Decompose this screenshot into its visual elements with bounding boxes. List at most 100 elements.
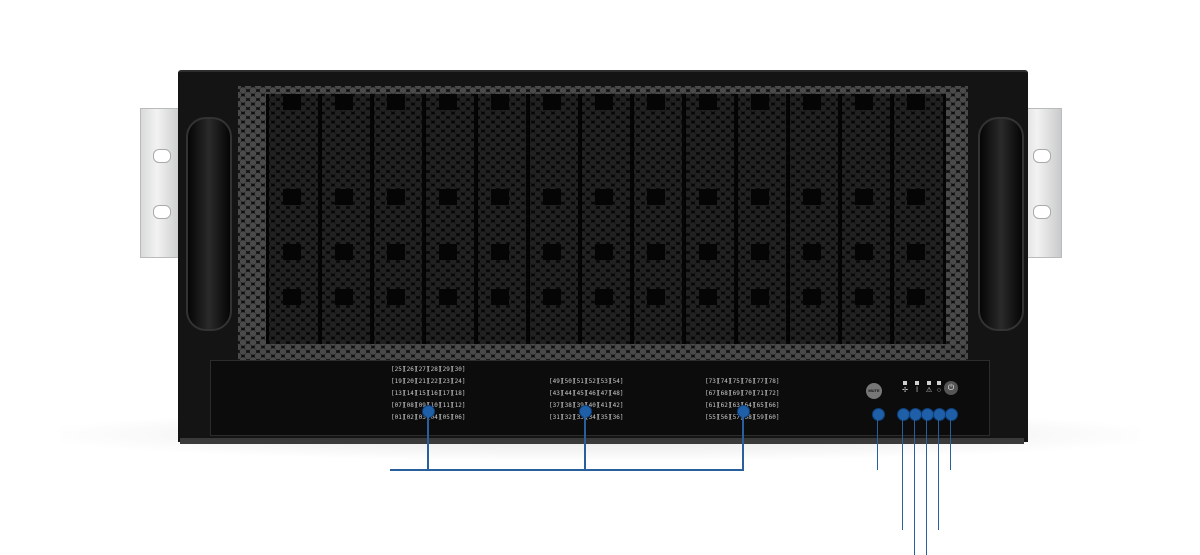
bay-number-label: [35] (597, 414, 612, 421)
bay-number-row: [73] [74] [75] [76] [77] [78] (705, 377, 780, 386)
bay-number-label: [67] (705, 390, 720, 397)
drive-bay-column (526, 94, 582, 344)
bay-number-label: [71] (753, 390, 768, 397)
drive-tray-latch (335, 244, 353, 260)
server-chassis: [25] [26] [27] [28] [29] [30] [19] [20] [21] [22]… (178, 70, 1028, 442)
bay-number-label: [46] (585, 390, 600, 397)
bay-number-label: [21] (415, 378, 430, 385)
bay-number-label: [22] (427, 378, 442, 385)
drive-bay-column (890, 94, 946, 344)
bay-number-label: [07] (391, 402, 406, 409)
drive-tray-latch (439, 189, 457, 205)
temperature-indicator: ǀ (912, 381, 922, 401)
bay-number-label: [41] (597, 402, 612, 409)
bay-number-label: [02] (403, 414, 418, 421)
bay-number-label: [23] (439, 378, 454, 385)
bay-number-label: [75] (729, 378, 744, 385)
drive-bay-column (630, 94, 686, 344)
drive-tray-latch (595, 289, 613, 305)
bay-number-label: [12] (451, 402, 466, 409)
bay-number-label: [62] (717, 402, 732, 409)
callout-dot-power (945, 408, 958, 421)
rack-ear-left (140, 108, 182, 258)
bay-number-label: [56] (717, 414, 732, 421)
bay-number-label: [72] (765, 390, 780, 397)
drive-tray-latch (283, 189, 301, 205)
callout-line (742, 416, 744, 470)
bay-number-label: [53] (597, 378, 612, 385)
warning-led (927, 381, 931, 385)
bay-number-label: [44] (561, 390, 576, 397)
drive-tray-latch (647, 244, 665, 260)
drive-tray-latch (439, 289, 457, 305)
drive-tray-latch (855, 244, 873, 260)
power-status-indicator: ○ (934, 381, 944, 401)
bay-number-label: [51] (573, 378, 588, 385)
mount-hole (1033, 205, 1051, 219)
warning-indicator: ⚠ (924, 381, 934, 401)
bay-number-label: [78] (765, 378, 780, 385)
bay-number-label: [77] (753, 378, 768, 385)
bay-number-label: [65] (753, 402, 768, 409)
drive-tray-latch (803, 94, 821, 110)
drive-bay-column (682, 94, 738, 344)
bay-number-label: [13] (391, 390, 406, 397)
bay-number-label: [20] (403, 378, 418, 385)
drive-tray-latch (803, 189, 821, 205)
bay-number-label: [50] (561, 378, 576, 385)
bay-number-label: [48] (609, 390, 624, 397)
bay-number-label: [60] (765, 414, 780, 421)
bay-number-group-right: [73] [74] [75] [76] [77] [78] [67] [68] [69] [70]… (705, 377, 780, 425)
bay-number-label: [11] (439, 402, 454, 409)
bay-number-label: [25] (391, 366, 406, 373)
drive-tray-latch (647, 94, 665, 110)
drive-tray-latch (699, 94, 717, 110)
drive-tray-latch (907, 189, 925, 205)
callout-line (950, 419, 951, 470)
drive-bay-column (474, 94, 530, 344)
drive-tray-latch (387, 289, 405, 305)
bay-number-label: [05] (439, 414, 454, 421)
bay-number-row: [19] [20] [21] [22] [23] [24] (391, 377, 465, 386)
bay-number-label: [32] (561, 414, 576, 421)
drive-tray-latch (803, 289, 821, 305)
drive-tray-latch (751, 189, 769, 205)
power-button[interactable]: ⏻ (944, 381, 958, 395)
drive-tray-latch (751, 94, 769, 110)
drive-bay-column (734, 94, 790, 344)
bay-number-label: [01] (391, 414, 406, 421)
drive-tray-latch (855, 189, 873, 205)
bay-number-label: [26] (403, 366, 418, 373)
thermometer-icon: ǀ (916, 387, 918, 394)
drive-tray-latch (699, 244, 717, 260)
drive-tray-latch (439, 94, 457, 110)
drive-tray-latch (387, 189, 405, 205)
bay-number-label: [31] (549, 414, 564, 421)
bay-number-label: [74] (717, 378, 732, 385)
bay-number-label: [16] (427, 390, 442, 397)
drive-tray-latch (283, 244, 301, 260)
bay-number-label: [30] (451, 366, 466, 373)
bay-number-row: [43] [44] [45] [46] [47] [48] (549, 389, 624, 398)
bay-number-label: [55] (705, 414, 720, 421)
drive-tray-latch (283, 94, 301, 110)
bay-number-label: [52] (585, 378, 600, 385)
drive-bay-column (422, 94, 478, 344)
chassis-handle-right[interactable] (978, 117, 1024, 331)
callout-line (877, 419, 878, 470)
drive-tray-latch (491, 244, 509, 260)
drive-tray-latch (647, 289, 665, 305)
mute-button[interactable]: MUTE (866, 383, 882, 399)
callout-line (914, 419, 915, 555)
fan-indicator: ✢ (900, 381, 910, 401)
chassis-handle-left[interactable] (186, 117, 232, 331)
drive-tray-latch (387, 244, 405, 260)
bay-number-label: [68] (717, 390, 732, 397)
bay-number-label: [47] (597, 390, 612, 397)
drive-bay-column (318, 94, 374, 344)
drive-tray-latch (335, 94, 353, 110)
temperature-led (915, 381, 919, 385)
fan-led (903, 381, 907, 385)
bay-number-label: [36] (609, 414, 624, 421)
drive-tray-latch (543, 289, 561, 305)
